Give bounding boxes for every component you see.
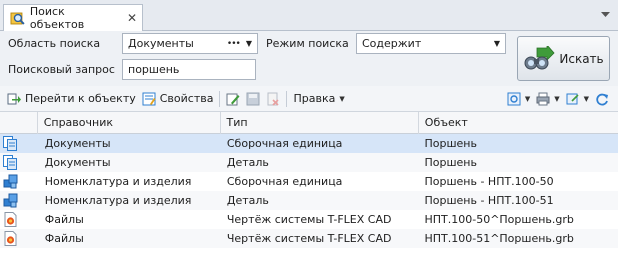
row-icon-cell — [0, 172, 40, 191]
table-row[interactable]: Файлы Чертёж системы T-FLEX CAD НПТ.100-51… — [0, 229, 618, 248]
row-icon-cell — [0, 191, 40, 210]
object-cell: Поршень - НПТ.100-51 — [424, 194, 554, 207]
reference-cell: Документы — [44, 137, 111, 150]
object-cell: Поршень — [424, 156, 477, 169]
documents-icon — [3, 136, 18, 151]
close-icon[interactable]: ✕ — [127, 12, 137, 24]
tflex-file-icon — [3, 212, 18, 227]
edit-icon-button[interactable] — [223, 88, 243, 110]
chevron-down-icon: ▼ — [554, 94, 560, 103]
documents-icon — [3, 155, 18, 170]
search-button-label: Искать — [559, 51, 604, 66]
tab-search-objects[interactable]: Поиск объектов ✕ — [3, 4, 143, 31]
export-icon — [566, 93, 579, 104]
search-query-value: поршень — [128, 63, 180, 76]
toolbar-divider — [219, 90, 221, 107]
table-row[interactable]: Номенклатура и изделия Деталь Поршень - НП… — [0, 191, 618, 210]
type-cell: Деталь — [226, 194, 269, 207]
printer-icon — [536, 92, 550, 105]
type-cell: Чертёж системы T-FLEX CAD — [226, 213, 392, 226]
save-button[interactable] — [243, 88, 263, 110]
chevron-down-icon[interactable]: ▼ — [494, 39, 500, 48]
search-area-value: Документы — [128, 37, 194, 50]
search-button[interactable]: Искать — [517, 36, 610, 81]
object-cell: Поршень — [424, 137, 477, 150]
goto-object-button[interactable]: Перейти к объекту — [4, 88, 139, 110]
tflex-file-icon — [3, 231, 18, 246]
row-icon-cell — [0, 210, 40, 229]
binoculars-icon — [524, 45, 555, 69]
column-header-reference[interactable]: Справочник — [38, 112, 221, 134]
type-cell: Сборочная единица — [226, 175, 343, 188]
view-search-icon — [507, 92, 521, 105]
edit-menu-label: Правка — [293, 92, 336, 105]
properties-button[interactable]: Свойства — [139, 88, 217, 110]
object-cell: НПТ.100-51^Поршень.grb — [424, 232, 574, 245]
icon-column-header[interactable] — [0, 112, 38, 134]
tab-bar: Поиск объектов ✕ — [0, 0, 618, 31]
row-icon-cell — [0, 153, 40, 172]
toolbar-divider — [286, 90, 288, 107]
chevron-down-icon: ▼ — [524, 94, 531, 103]
chevron-down-icon[interactable] — [600, 10, 610, 20]
row-icon-cell — [0, 229, 40, 248]
chevron-down-icon: ▼ — [339, 94, 345, 103]
nomenclature-icon — [3, 174, 18, 189]
search-mode-value: Содержит — [362, 37, 422, 50]
reference-cell: Файлы — [44, 213, 84, 226]
reference-cell: Номенклатура и изделия — [44, 175, 192, 188]
reference-cell: Файлы — [44, 232, 84, 245]
chevron-down-icon[interactable]: ▼ — [246, 39, 252, 48]
properties-icon — [142, 92, 156, 105]
search-mode-label: Режим поиска — [266, 37, 349, 50]
toolbar: Перейти к объекту Свойства Правка ▼ ▼ ▼ … — [0, 86, 618, 112]
view-settings-button[interactable]: ▼ — [504, 88, 533, 110]
reference-cell: Документы — [44, 156, 111, 169]
column-header-object[interactable]: Объект — [419, 112, 618, 134]
goto-arrow-icon — [7, 93, 21, 104]
properties-label: Свойства — [159, 92, 214, 105]
reference-cell: Номенклатура и изделия — [44, 194, 192, 207]
save-icon — [246, 92, 260, 105]
table-row[interactable]: Файлы Чертёж системы T-FLEX CAD НПТ.100-50… — [0, 210, 618, 229]
type-cell: Сборочная единица — [226, 137, 343, 150]
edit-menu-button[interactable]: Правка ▼ — [290, 88, 347, 110]
tab-title: Поиск объектов — [29, 5, 85, 31]
search-query-input[interactable]: поршень — [122, 59, 256, 80]
search-objects-icon — [10, 12, 25, 25]
delete-button[interactable] — [263, 88, 283, 110]
edit-pencil-icon — [226, 93, 240, 105]
goto-object-label: Перейти к объекту — [25, 92, 136, 105]
type-cell: Деталь — [226, 156, 269, 169]
refresh-button[interactable] — [592, 88, 612, 110]
print-button[interactable]: ▼ — [533, 88, 562, 110]
chevron-down-icon: ▼ — [583, 94, 589, 103]
object-cell: НПТ.100-50^Поршень.grb — [424, 213, 574, 226]
refresh-icon — [596, 93, 608, 105]
search-area-label: Область поиска — [8, 37, 101, 50]
table-header: Справочник Тип Объект — [0, 112, 618, 134]
column-header-type[interactable]: Тип — [221, 112, 419, 134]
table-row[interactable]: Документы Деталь Поршень — [0, 153, 618, 172]
export-button[interactable]: ▼ — [563, 88, 592, 110]
object-cell: Поршень - НПТ.100-50 — [424, 175, 554, 188]
type-cell: Чертёж системы T-FLEX CAD — [226, 232, 392, 245]
search-query-label: Поисковый запрос — [8, 63, 115, 76]
browse-dots-icon[interactable]: ••• — [227, 39, 241, 49]
delete-doc-icon — [267, 92, 280, 106]
table-row[interactable]: Документы Сборочная единица Поршень — [0, 134, 618, 153]
search-mode-select[interactable]: Содержит ▼ — [356, 33, 506, 54]
search-area-combo[interactable]: Документы ••• ▼ — [122, 33, 258, 54]
nomenclature-icon — [3, 193, 18, 208]
table-row[interactable]: Номенклатура и изделия Сборочная единица П… — [0, 172, 618, 191]
row-icon-cell — [0, 134, 40, 153]
